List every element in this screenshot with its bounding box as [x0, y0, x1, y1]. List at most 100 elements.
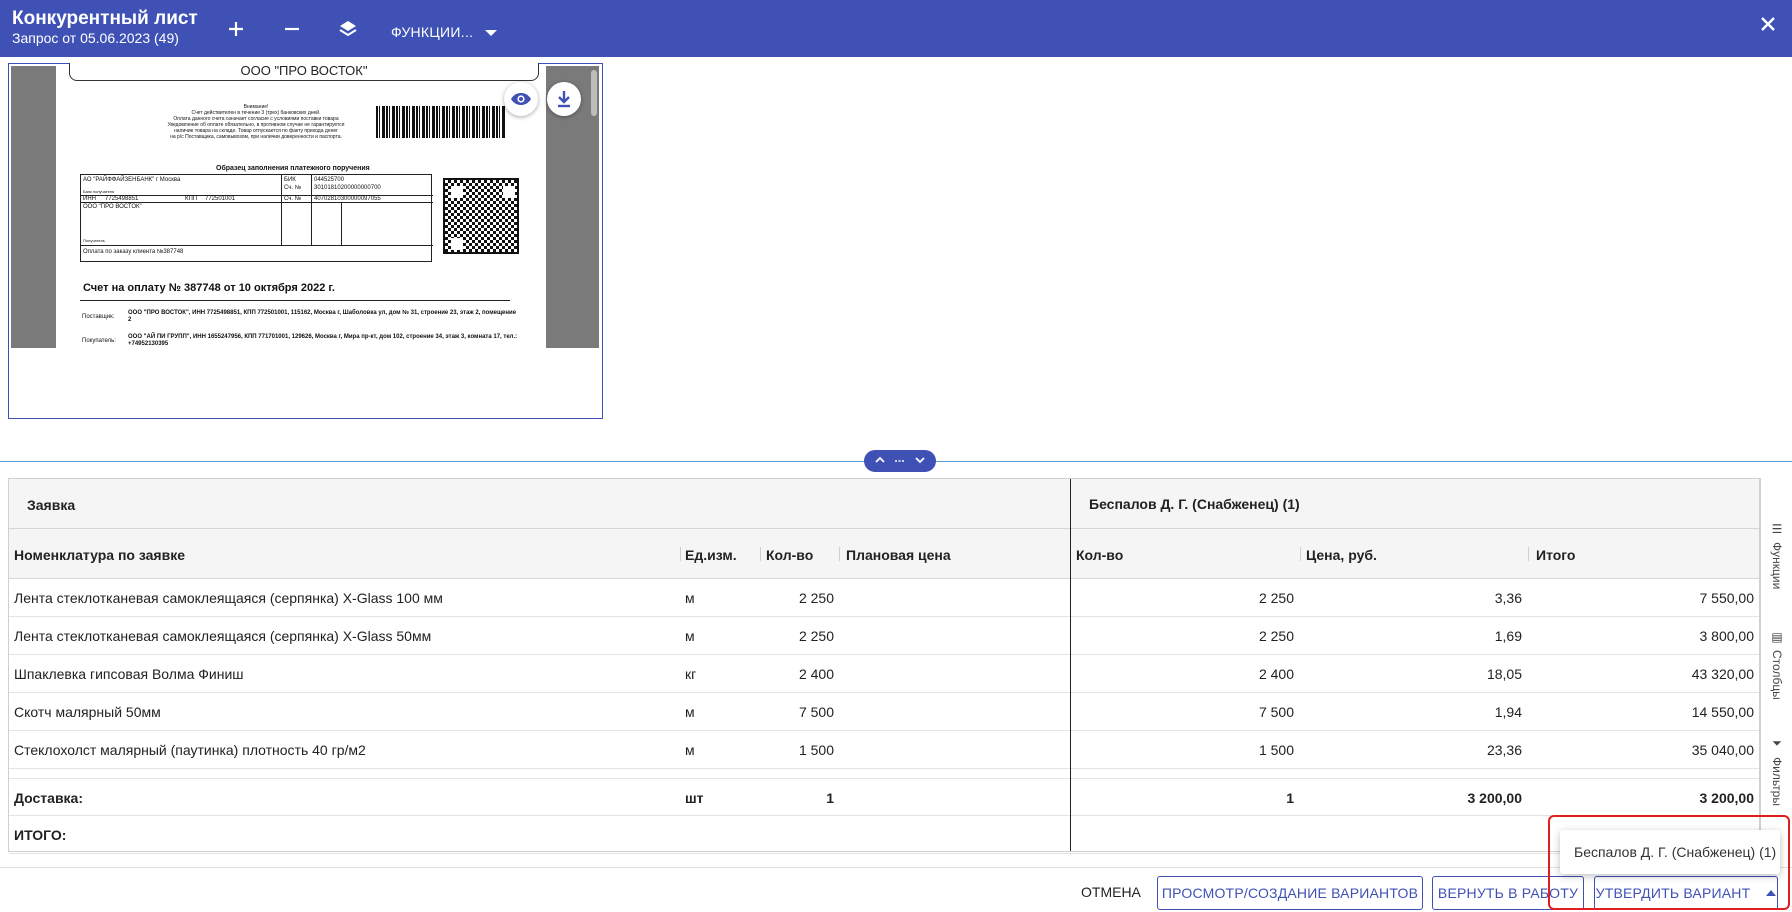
- remove-button[interactable]: [279, 16, 305, 42]
- scan-divider: [80, 300, 510, 301]
- preview-scrollbar[interactable]: [591, 70, 597, 116]
- scan-bank-name: АО "РАЙФФАЙЗЕНБАНК" г Москва: [83, 177, 181, 183]
- chevron-down-icon[interactable]: [915, 455, 925, 467]
- footer-divider: [0, 867, 1792, 868]
- side-tab-functions[interactable]: ☰ Функции: [1761, 522, 1792, 589]
- add-button[interactable]: [223, 16, 249, 42]
- scan-kpp-value: 772501001: [205, 196, 236, 202]
- cell-nomenclature: Стеклохолст малярный (паутинка) плотност…: [14, 742, 366, 758]
- scan-inn-label: ИНН: [83, 196, 96, 202]
- col-header-supplier-total[interactable]: Итого: [1536, 547, 1575, 563]
- cell-supplier-qty: 2 250: [1258, 590, 1294, 606]
- view-button[interactable]: [504, 82, 538, 116]
- cell-supplier-price: 23,36: [1486, 742, 1522, 758]
- scan-purpose: Оплата по заказу клиента №387748: [83, 249, 184, 255]
- side-tab-functions-label: Функции: [1770, 542, 1784, 590]
- col-resize-handle[interactable]: [680, 547, 681, 561]
- splitter-control[interactable]: [864, 450, 936, 472]
- delivery-row[interactable]: Доставка: шт 1 1 3 200,00 3 200,00: [9, 778, 1759, 816]
- cell-supplier-price: 3,36: [1494, 590, 1522, 606]
- col-header-supplier-qty[interactable]: Кол-во: [1076, 547, 1123, 563]
- scan-corr-label: Сч. №: [284, 185, 302, 191]
- table-row[interactable]: Стеклохолст малярный (паутинка) плотност…: [9, 731, 1759, 769]
- col-header-qty[interactable]: Кол-во: [766, 547, 813, 563]
- scan-invoice-title: Счет на оплату № 387748 от 10 октября 20…: [83, 282, 335, 294]
- cell-supplier-price: 1,94: [1494, 704, 1522, 720]
- company-tab[interactable]: ООО "ПРО ВОСТОК": [69, 63, 539, 81]
- column-header-row: Номенклатура по заявке Ед.изм. Кол-во Пл…: [9, 529, 1759, 579]
- col-header-unit[interactable]: Ед.изм.: [685, 547, 737, 563]
- minus-icon: [285, 27, 299, 31]
- side-tab-columns[interactable]: ▤ Столбцы: [1761, 630, 1792, 700]
- cell-unit: м: [685, 590, 695, 606]
- delivery-label: Доставка:: [14, 790, 84, 806]
- cell-qty: 7 500: [798, 704, 834, 720]
- col-resize-handle[interactable]: [1528, 547, 1529, 561]
- functions-caret-icon[interactable]: [485, 30, 497, 36]
- filter-icon: ⏷: [1772, 736, 1782, 750]
- scan-account-value: 40702810300000097055: [314, 196, 381, 202]
- cell-nomenclature: Лента стеклотканевая самоклеящаяся (серп…: [14, 590, 443, 606]
- columns-icon: ▤: [1771, 630, 1783, 644]
- scan-recipient-label: Получатель: [83, 238, 105, 243]
- cell-nomenclature: Скотч малярный 50мм: [14, 704, 161, 720]
- approve-variant-button[interactable]: УТВЕРДИТЬ ВАРИАНТ: [1594, 876, 1778, 910]
- approve-variant-label: УТВЕРДИТЬ ВАРИАНТ: [1595, 885, 1751, 901]
- table-row[interactable]: Шпаклевка гипсовая Волма Финиш кг 2 400 2 4…: [9, 655, 1759, 693]
- table-row[interactable]: Скотч малярный 50мм м 7 500 7 500 1,94 14 550…: [9, 693, 1759, 731]
- cell-qty: 1 500: [798, 742, 834, 758]
- scan-corr-value: 30101810200000000700: [314, 185, 381, 191]
- scan-form-heading: Образец заполнения платежного поручения: [216, 165, 370, 172]
- cancel-button[interactable]: ОТМЕНА: [1081, 884, 1141, 900]
- layers-button[interactable]: [335, 16, 361, 42]
- cell-nomenclature: Шпаклевка гипсовая Волма Финиш: [14, 666, 244, 682]
- scan-page: Внимание! Счет действителен в течение 3 …: [56, 66, 546, 348]
- functions-menu[interactable]: ФУНКЦИИ...: [391, 24, 473, 40]
- app-header: Конкурентный лист Запрос от 05.06.2023 (…: [0, 0, 1792, 57]
- drag-handle-icon[interactable]: [894, 455, 906, 467]
- side-tab-columns-label: Столбцы: [1770, 650, 1784, 700]
- col-header-planned-price[interactable]: Плановая цена: [846, 547, 951, 563]
- cell-supplier-total: 35 040,00: [1691, 742, 1754, 758]
- side-tab-filters[interactable]: ⏷ Фильтры: [1761, 736, 1792, 806]
- scan-supplier-text: ООО "ПРО ВОСТОК", ИНН 7725498851, КПП 77…: [128, 310, 517, 323]
- document-preview[interactable]: Внимание! Счет действителен в течение 3 …: [8, 63, 603, 419]
- scan-supplier-label: Поставщик:: [82, 314, 115, 320]
- cell-unit: м: [685, 704, 695, 720]
- variants-button[interactable]: ПРОСМОТР/СОЗДАНИЕ ВАРИАНТОВ: [1157, 876, 1423, 910]
- col-resize-handle[interactable]: [839, 547, 840, 561]
- cell-nomenclature: Лента стеклотканевая самоклеящаяся (серп…: [14, 628, 432, 644]
- scan-notice: Внимание! Счет действителен в течение 3 …: [146, 104, 366, 140]
- col-resize-handle[interactable]: [760, 547, 761, 561]
- col-header-supplier-price[interactable]: Цена, руб.: [1306, 547, 1377, 563]
- cell-qty: 2 250: [798, 628, 834, 644]
- cell-unit: м: [685, 628, 695, 644]
- comparison-grid: Заявка Беспалов Д. Г. (Снабженец) (1) Но…: [8, 478, 1760, 854]
- chevron-up-icon[interactable]: [875, 455, 885, 467]
- total-label: ИТОГО:: [14, 827, 67, 843]
- close-button[interactable]: [1758, 14, 1778, 34]
- delivery-supplier-qty: 1: [1286, 790, 1294, 806]
- cell-supplier-total: 14 550,00: [1691, 704, 1754, 720]
- col-header-nomenclature[interactable]: Номенклатура по заявке: [14, 547, 185, 563]
- download-icon: [558, 91, 570, 108]
- download-button[interactable]: [547, 82, 581, 116]
- cell-supplier-total: 7 550,00: [1699, 590, 1755, 606]
- plus-icon: [229, 22, 243, 36]
- group-header-request: Заявка: [27, 497, 76, 513]
- approve-variant-option[interactable]: Беспалов Д. Г. (Снабженец) (1): [1560, 830, 1780, 874]
- eye-icon: [511, 93, 531, 105]
- cell-supplier-price: 1,69: [1494, 628, 1522, 644]
- cell-supplier-qty: 2 400: [1258, 666, 1294, 682]
- cell-supplier-qty: 7 500: [1258, 704, 1294, 720]
- col-resize-handle[interactable]: [1300, 547, 1301, 561]
- qr-code-image: [443, 178, 519, 254]
- table-row[interactable]: Лента стеклотканевая самоклеящаяся (серп…: [9, 617, 1759, 655]
- page-title: Конкурентный лист: [12, 8, 198, 29]
- cell-unit: кг: [685, 666, 697, 682]
- page-subtitle: Запрос от 05.06.2023 (49): [12, 30, 179, 46]
- table-row[interactable]: Лента стеклотканевая самоклеящаяся (серп…: [9, 579, 1759, 617]
- return-to-work-button[interactable]: ВЕРНУТЬ В РАБОТУ: [1432, 876, 1584, 910]
- side-tool-panel: ☰ Функции ▤ Столбцы ⏷ Фильтры: [1760, 478, 1792, 852]
- side-tab-filters-label: Фильтры: [1770, 757, 1784, 806]
